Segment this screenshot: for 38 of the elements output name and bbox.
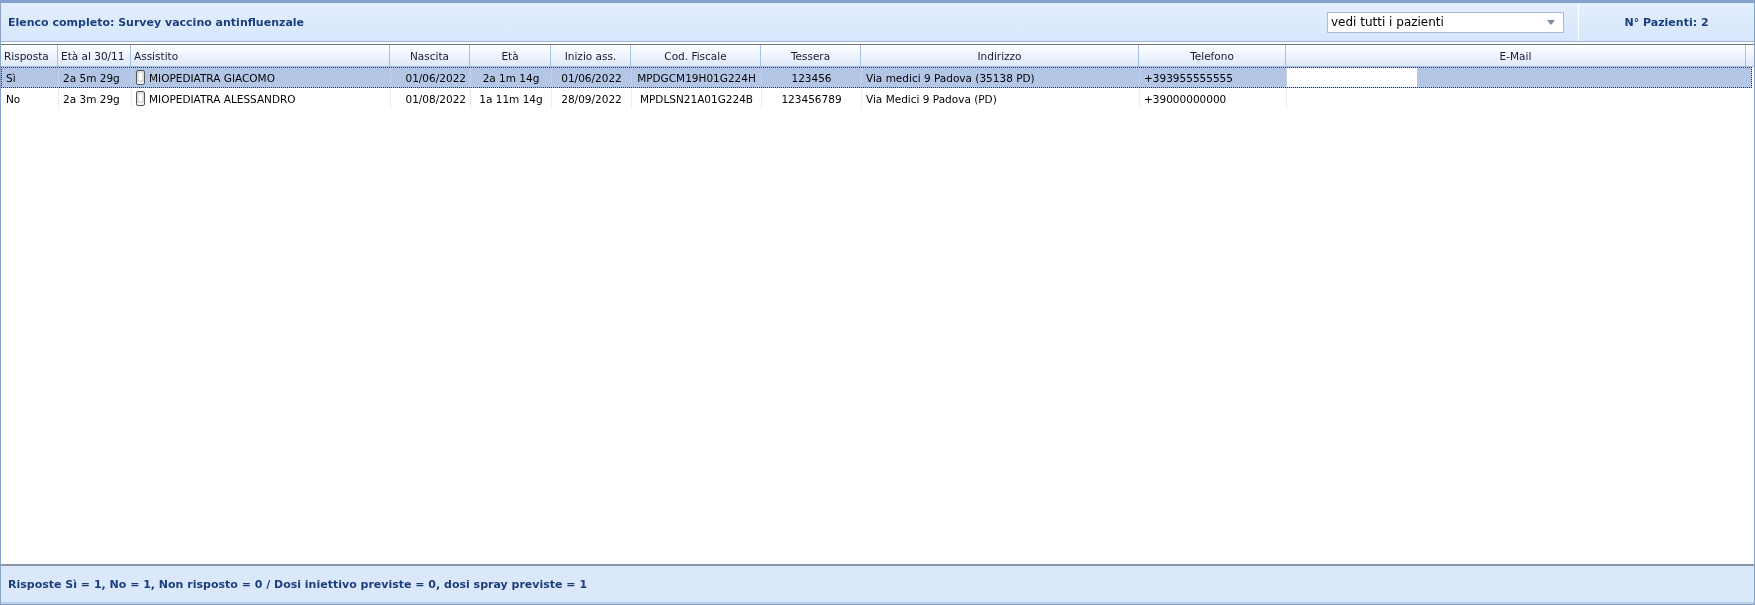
column-header[interactable]: Risposta [1,45,58,66]
phone-icon [136,91,145,106]
table-cell: 123456 [762,68,862,87]
table-cell: Via medici 9 Padova (35138 PD) [862,68,1140,87]
column-header[interactable]: E-Mail [1286,45,1746,66]
table-cell: 123456789 [762,89,862,108]
table-cell: 2a 5m 29g [59,68,132,87]
table-cell: Sì [2,68,59,87]
column-header[interactable]: Indirizzo [861,45,1139,66]
column-header[interactable]: Telefono [1139,45,1286,66]
table-cell: MIOPEDIATRA GIACOMO [132,68,391,87]
table-cell: 01/08/2022 [391,89,471,108]
patient-count: N° Pazienti: 2 [1624,15,1709,29]
table-row[interactable]: Sì 2a 5m 29g MIOPEDIATRA GIACOMO 01/06/2022 2a 1m 14g 01/06/2022 MPDGCM19H01G224H 123456 Via medici 9 Padova (35138 PD) +393955555555 [1,67,1752,88]
table-cell: 1a 11m 14g [471,89,552,108]
table-cell: MIOPEDIATRA ALESSANDRO [132,89,391,108]
column-header[interactable]: Assistito [131,45,390,66]
table-cell: MPDLSN21A01G224B [632,89,762,108]
table-cell: 28/09/2022 [552,89,632,108]
column-header[interactable]: Inizio ass. [551,45,631,66]
table-cell: 01/06/2022 [552,68,632,87]
table-cell: MPDGCM19H01G224H [632,68,762,87]
column-header[interactable]: Nascita [390,45,470,66]
table-cell: 2a 1m 14g [471,68,552,87]
column-header[interactable]: Età [470,45,551,66]
column-header[interactable]: Tessera [761,45,861,66]
filter-dropdown[interactable]: vedi tutti i pazienti [1327,11,1564,33]
column-header[interactable]: Cod. Fiscale [631,45,761,66]
table-cell: No [2,89,59,108]
table-cell: 01/06/2022 [391,68,471,87]
table-cell: +39000000000 [1140,89,1287,108]
table-cell: 2a 3m 29g [59,89,132,108]
dropdown-arrow-icon [1547,19,1555,25]
table-cell: Via Medici 9 Padova (PD) [862,89,1140,108]
list-title: Elenco completo: Survey vaccino antinfluenzale [7,15,306,29]
column-header[interactable]: Età al 30/11 [58,45,131,66]
summary-text: Risposte Sì = 1, No = 1, Non risposto = 0 / Dosi iniettivo previste = 0, dosi spray previste = 1 [7,577,588,591]
phone-icon [136,70,145,85]
